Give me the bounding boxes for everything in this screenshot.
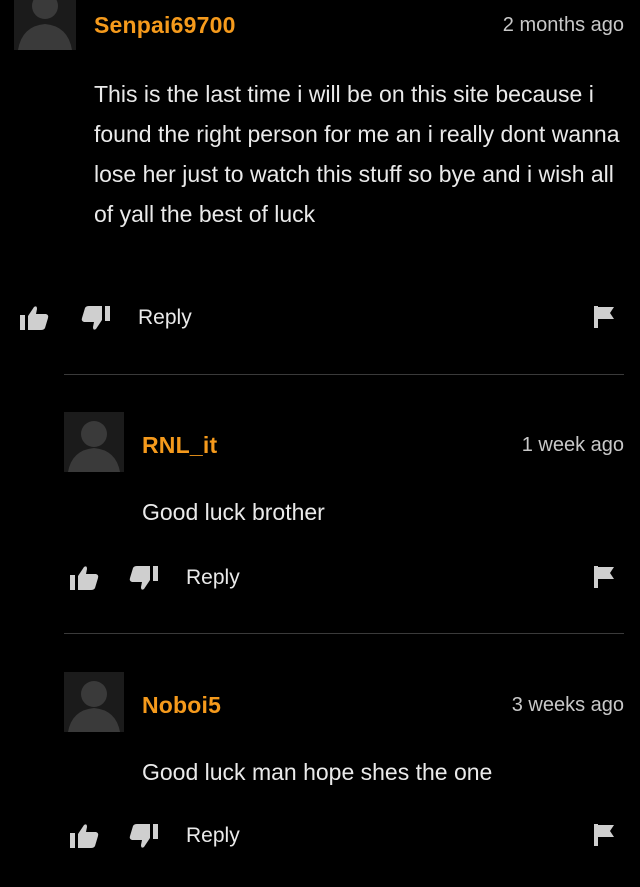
flag-icon[interactable] — [592, 304, 616, 330]
thumbs-down-icon[interactable] — [128, 822, 160, 850]
timestamp: 2 months ago — [502, 14, 624, 36]
timestamp: 1 week ago — [521, 434, 624, 456]
comment-text: This is the last time i will be on this … — [94, 81, 620, 227]
default-avatar-icon — [64, 672, 124, 732]
avatar[interactable] — [14, 0, 76, 50]
thumbs-up-icon[interactable] — [68, 564, 100, 592]
reply-button[interactable]: Reply — [138, 306, 192, 330]
comment: RNL_it 1 week ago Good luck brother Repl… — [0, 412, 640, 632]
default-avatar-icon — [64, 412, 124, 472]
default-avatar-icon — [14, 0, 76, 50]
comment-text: Good luck brother — [142, 499, 325, 525]
flag-icon[interactable] — [592, 564, 616, 590]
reply-button[interactable]: Reply — [186, 824, 240, 848]
reply-button[interactable]: Reply — [186, 566, 240, 590]
comment-actions: Reply — [68, 822, 618, 852]
username[interactable]: Senpai69700 — [94, 12, 236, 39]
comment: Noboi5 3 weeks ago Good luck man hope sh… — [0, 672, 640, 887]
avatar[interactable] — [64, 412, 124, 472]
thumbs-down-icon[interactable] — [128, 564, 160, 592]
thumbs-down-icon[interactable] — [80, 304, 112, 332]
username[interactable]: Noboi5 — [142, 692, 221, 719]
comment-actions: Reply — [18, 304, 618, 334]
timestamp: 3 weeks ago — [511, 694, 624, 716]
username[interactable]: RNL_it — [142, 432, 217, 459]
flag-icon[interactable] — [592, 822, 616, 848]
comment-text: Good luck man hope shes the one — [142, 759, 493, 785]
divider — [64, 374, 624, 375]
divider — [64, 633, 624, 634]
thumbs-up-icon[interactable] — [18, 304, 50, 332]
thumbs-up-icon[interactable] — [68, 822, 100, 850]
comment-actions: Reply — [68, 564, 618, 594]
comment: Senpai69700 2 months ago This is the las… — [0, 0, 640, 360]
avatar[interactable] — [64, 672, 124, 732]
